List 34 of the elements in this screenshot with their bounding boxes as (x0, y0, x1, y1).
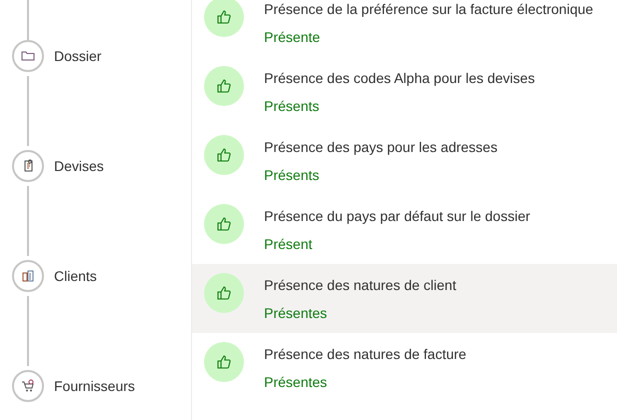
check-status: Présents (264, 98, 320, 114)
check-status: Présentes (264, 304, 328, 320)
check-title: Présence des natures de facture (264, 346, 466, 362)
buildings-icon (20, 268, 36, 284)
check-row[interactable]: Présence des codes Alpha pour les devises Présents (192, 57, 617, 126)
check-title: Présence du pays par défaut sur le dossier (264, 208, 530, 224)
check-row[interactable]: Présence des pays pour les adresses Présents (192, 126, 617, 195)
step-circle[interactable] (12, 40, 44, 72)
check-status: Présent (264, 236, 314, 252)
check-title: Présence des codes Alpha pour les devises (264, 70, 535, 86)
thumbs-up-icon (204, 272, 244, 312)
check-row[interactable]: Présence des natures de client Présentes (192, 264, 617, 333)
step-label: Fournisseurs (54, 378, 135, 394)
step-label: Dossier (54, 48, 102, 64)
check-title: Présence des natures de client (264, 276, 456, 292)
step-circle[interactable] (12, 260, 44, 292)
step-label: Clients (54, 268, 97, 284)
thumbs-up-icon (204, 204, 244, 244)
thumbs-up-icon (204, 342, 244, 382)
check-status: Présents (264, 166, 320, 182)
check-status: Présentes (264, 374, 328, 390)
check-row[interactable]: Présence de la préférence sur la facture électronique Présente (192, 0, 617, 57)
step-circle[interactable] (12, 150, 44, 182)
cart-icon (20, 378, 36, 394)
step-label: Devises (54, 158, 104, 174)
step-circle[interactable] (12, 370, 44, 402)
check-status: Présente (264, 28, 322, 44)
check-row[interactable]: Présence des natures de facture Présentes (192, 333, 617, 402)
check-title: Présence de la préférence sur la facture électronique (264, 0, 594, 16)
check-row[interactable]: Présence du pays par défaut sur le dossier Présent (192, 195, 617, 264)
thumbs-up-icon (204, 0, 244, 36)
check-title: Présence des pays pour les adresses (264, 138, 498, 154)
thumbs-up-icon (204, 66, 244, 106)
thumbs-up-icon (204, 134, 244, 174)
